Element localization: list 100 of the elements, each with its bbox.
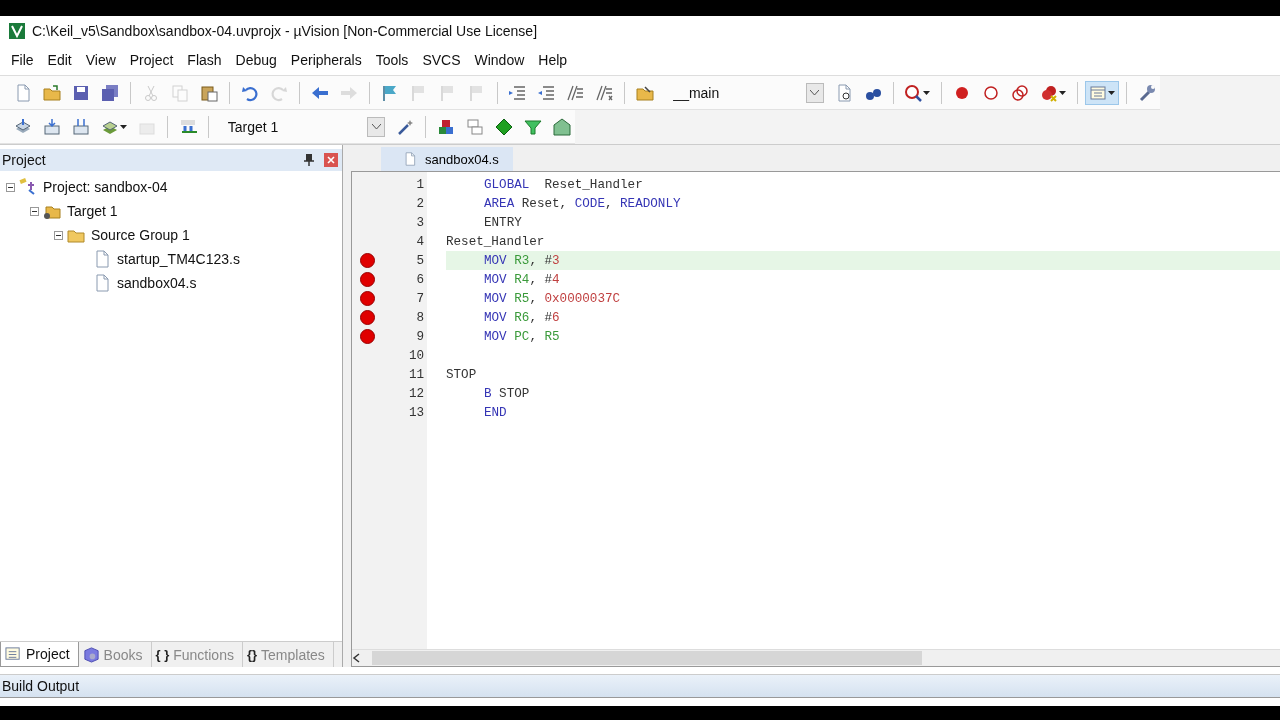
open-folder-icon	[43, 83, 61, 102]
line-number: 9	[415, 329, 424, 344]
menu-item[interactable]: Edit	[40, 52, 79, 68]
window-layout-icon	[1089, 83, 1108, 102]
menu-item[interactable]: Project	[122, 52, 181, 68]
code-line: MOV R6, #6	[484, 310, 560, 325]
translate-icon	[14, 117, 32, 136]
components-icon	[437, 117, 455, 136]
window-title: C:\Keil_v5\Sandbox\sandbox-04.uvprojx - µVision [Non-Commercial Use License]	[32, 22, 538, 39]
menu-item[interactable]: Peripherals	[283, 52, 369, 68]
pin-icon	[304, 154, 314, 166]
pack-icon	[553, 117, 571, 136]
line-number: 13	[407, 405, 424, 420]
file-tab[interactable]: sandbox04.s	[381, 147, 513, 171]
uncomment-icon	[595, 83, 614, 102]
close-button[interactable]	[324, 153, 338, 167]
tree-item[interactable]: Target 1	[65, 203, 120, 219]
debug-magnifier-icon	[904, 83, 923, 102]
list-icon	[5, 645, 22, 663]
menu-item[interactable]: File	[4, 52, 41, 68]
copy-icon	[170, 83, 189, 102]
line-number: 3	[415, 215, 424, 230]
breakpoint-marker[interactable]	[359, 310, 375, 325]
expand-toggle[interactable]	[6, 182, 15, 192]
diamond-icon	[495, 117, 513, 136]
tree-item[interactable]: startup_TM4C123.s	[115, 251, 242, 267]
dropdown-button[interactable]	[805, 82, 824, 103]
tab-glyph: {}	[246, 647, 258, 662]
line-number: 1	[415, 177, 424, 192]
code-line: MOV PC, R5	[484, 329, 560, 344]
code-line: MOV R3, #3	[484, 253, 560, 268]
line-number: 8	[415, 310, 424, 325]
breakpoint-marker[interactable]	[359, 329, 375, 344]
new-file-icon	[14, 83, 32, 102]
breakpoint-marker[interactable]	[359, 253, 375, 268]
book-icon	[82, 646, 100, 663]
line-number: 12	[407, 386, 424, 401]
save-all-icon	[101, 83, 119, 102]
code-line: AREA Reset, CODE, READONLY	[484, 196, 681, 211]
tree-item[interactable]: Source Group 1	[89, 227, 192, 243]
panel-title: Project	[2, 152, 46, 168]
code-line: ENTRY	[484, 215, 522, 230]
chevron-down-icon	[371, 123, 381, 130]
code-line: STOP	[446, 367, 477, 382]
code-line: B STOP	[484, 386, 530, 401]
panel-tab[interactable]: {} Templates	[242, 642, 334, 667]
panel-tab[interactable]: Project	[0, 642, 79, 667]
tree-item[interactable]: sandbox04.s	[115, 275, 199, 291]
code-line: END	[484, 405, 507, 420]
breakpoints-icon	[1011, 83, 1030, 102]
tab-glyph: { }	[155, 647, 170, 662]
menu-item[interactable]: View	[78, 52, 123, 68]
menu-item[interactable]: Tools	[368, 52, 416, 68]
expand-toggle[interactable]	[30, 206, 39, 216]
flag-icon	[380, 83, 399, 102]
comment-icon	[566, 83, 585, 102]
breakpoint-marker[interactable]	[359, 291, 375, 306]
menu-item[interactable]: Window	[467, 52, 532, 68]
build-icon	[43, 117, 61, 136]
menu-item[interactable]: SVCS	[415, 52, 468, 68]
chevron-down-icon	[810, 89, 819, 96]
panel-title: Build Output	[2, 678, 80, 694]
line-number: 10	[407, 348, 424, 363]
menu-item[interactable]: Flash	[180, 52, 229, 68]
outdent-icon	[537, 83, 556, 102]
scrollbar-thumb[interactable]	[372, 651, 922, 665]
app-icon	[8, 21, 26, 40]
folder-icon	[636, 83, 655, 102]
file-icon	[93, 274, 111, 292]
rebuild-icon	[72, 117, 90, 136]
save-icon	[72, 83, 90, 102]
line-number: 11	[407, 367, 424, 382]
file-icon	[403, 151, 417, 167]
breakpoint-marker[interactable]	[359, 272, 375, 287]
menu-item[interactable]: Debug	[228, 52, 284, 68]
wrench-icon	[1138, 83, 1157, 102]
code-line: MOV R4, #4	[484, 272, 560, 287]
stacked-windows-icon	[466, 117, 484, 136]
code-line: MOV R5, 0x0000037C	[484, 291, 621, 306]
panel-tab[interactable]: { } Functions	[151, 642, 243, 667]
expand-toggle[interactable]	[54, 230, 63, 240]
project-icon	[19, 178, 37, 196]
file-icon	[93, 250, 111, 268]
indent-icon	[508, 83, 527, 102]
empty-breakpoint-icon	[982, 83, 1001, 102]
load-icon	[178, 117, 197, 136]
code-line: Reset_Handler	[446, 234, 545, 249]
scroll-left-icon	[352, 653, 362, 663]
combo-value: Target 1	[227, 118, 279, 135]
line-number: 2	[415, 196, 424, 211]
code-line: GLOBAL Reset_Handler	[484, 177, 643, 192]
clear-breakpoints-icon	[1040, 83, 1059, 102]
close-icon	[327, 156, 335, 164]
paste-icon	[199, 83, 218, 102]
tree-item[interactable]: Project: sandbox-04	[41, 179, 170, 195]
line-number: 5	[415, 253, 424, 268]
line-number: 4	[415, 234, 424, 249]
menu-item[interactable]: Help	[531, 52, 575, 68]
line-number: 7	[415, 291, 424, 306]
dropdown-button[interactable]	[367, 116, 386, 137]
